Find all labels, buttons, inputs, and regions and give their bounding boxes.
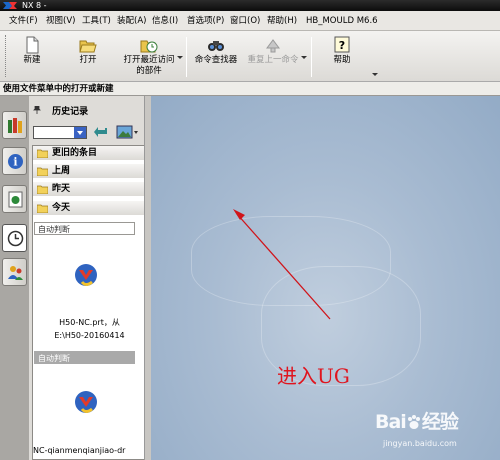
annotation-text: 进入UG <box>277 364 350 388</box>
menu-bar: 文件(F) 视图(V) 工具(T) 装配(A) 信息(I) 首选项(P) 窗口(… <box>0 11 500 31</box>
panel-scrollbar[interactable] <box>144 96 151 460</box>
repeat-last-command-label: 重复上一命令 <box>247 55 299 65</box>
menu-tools[interactable]: 工具(T) <box>82 11 111 31</box>
repeat-command-icon <box>266 39 280 53</box>
clock-icon <box>7 230 24 247</box>
history-group-label: 更旧的条目 <box>52 148 98 158</box>
help-question-icon: ? <box>334 36 350 53</box>
toolbar-options-icon[interactable] <box>372 73 378 76</box>
resource-bar: i <box>0 96 29 460</box>
history-navigator: 历史记录 更旧的条目 上周 昨天 今天 自动判断 H50-NC.prt，从 E:… <box>29 96 151 460</box>
menu-help[interactable]: 帮助(H) <box>267 11 297 31</box>
user-roles-icon <box>8 266 23 280</box>
command-finder-button[interactable]: 命令查找器 <box>190 31 242 82</box>
history-filter-dropdown[interactable] <box>33 126 87 139</box>
history-item-mode: 自动判断 <box>34 351 135 364</box>
repeat-command-dropdown-icon[interactable] <box>301 56 307 59</box>
watermark-brand-text: Bai <box>375 411 407 433</box>
repeat-last-command-button[interactable]: 重复上一命令 <box>244 31 302 82</box>
new-button-label: 新建 <box>23 55 41 65</box>
view-options-icon[interactable] <box>116 125 138 139</box>
history-item[interactable]: 自动判断 H50-NC.prt，从 E:\H50-20160414 <box>33 222 146 350</box>
watermark-brand: Bai 经验 <box>375 407 459 434</box>
history-item-name: NC-qianmenqianjiao-dr <box>33 446 126 455</box>
menu-preferences[interactable]: 首选项(P) <box>187 11 224 31</box>
command-finder-label: 命令查找器 <box>194 55 238 65</box>
toolbar-grip[interactable] <box>5 35 8 77</box>
history-group-last-week[interactable]: 上周 <box>33 164 146 179</box>
toolbar-separator <box>186 37 187 77</box>
nx-part-icon <box>75 264 97 286</box>
history-group-today[interactable]: 今天 <box>33 201 146 216</box>
history-group-label: 昨天 <box>52 184 71 194</box>
history-group-label: 今天 <box>52 203 71 213</box>
toolbar-separator <box>311 37 312 77</box>
help-button-label: 帮助 <box>333 55 351 65</box>
books-icon <box>8 118 22 133</box>
resource-tab-info[interactable]: i <box>2 147 27 175</box>
history-group-label: 上周 <box>52 166 71 176</box>
web-page-icon <box>8 191 23 208</box>
paw-icon <box>407 415 420 429</box>
resource-tab-roles[interactable] <box>2 258 27 286</box>
watermark-site: jingyan.baidu.com <box>383 439 457 448</box>
help-button[interactable]: ? 帮助 <box>322 31 362 82</box>
recent-parts-icon <box>140 40 158 53</box>
folder-open-icon <box>37 204 48 213</box>
menu-window[interactable]: 窗口(O) <box>230 11 260 31</box>
open-button[interactable]: 打开 <box>68 31 108 82</box>
cue-line: 使用文件菜单中的打开或新建 <box>0 82 500 96</box>
folder-icon <box>37 167 48 176</box>
pin-icon[interactable] <box>33 106 41 114</box>
cue-line-text: 使用文件菜单中的打开或新建 <box>3 84 114 94</box>
resource-tab-web[interactable] <box>2 185 27 213</box>
info-icon: i <box>8 154 23 169</box>
new-file-icon <box>26 36 39 54</box>
new-button[interactable]: 新建 <box>12 31 52 82</box>
menu-assemblies[interactable]: 装配(A) <box>117 11 146 31</box>
menu-file[interactable]: 文件(F) <box>9 11 38 31</box>
history-group-older[interactable]: 更旧的条目 <box>33 146 146 161</box>
chevron-down-icon[interactable] <box>74 127 86 138</box>
resource-tab-history[interactable] <box>2 224 27 252</box>
history-item[interactable]: 自动判断 NC-qianmenqianjiao-dr <box>33 351 146 459</box>
svg-text:?: ? <box>339 39 345 52</box>
menu-hb-mould[interactable]: HB_MOULD M6.6 <box>306 11 378 31</box>
history-item-name: H50-NC.prt，从 <box>59 318 120 327</box>
resource-tab-assembly[interactable] <box>2 111 27 139</box>
baidu-watermark: Bai 经验 jingyan.baidu.com <box>375 405 500 460</box>
binoculars-icon <box>208 41 224 51</box>
watermark-brand-suffix: 经验 <box>421 411 459 433</box>
recent-parts-button[interactable]: 打开最近访问 的部件 <box>118 31 180 82</box>
open-button-label: 打开 <box>79 55 97 65</box>
history-item-path: E:\H50-20160414 <box>54 331 125 340</box>
window-title: NX 8 - <box>22 1 47 10</box>
svg-text:i: i <box>13 156 17 169</box>
nx-part-icon <box>75 391 97 413</box>
history-group-yesterday[interactable]: 昨天 <box>33 182 146 197</box>
open-folder-icon <box>79 40 97 53</box>
menu-information[interactable]: 信息(I) <box>152 11 178 31</box>
title-bar: NX 8 - <box>0 0 500 11</box>
recent-parts-label-2: 的部件 <box>136 66 162 76</box>
back-arrow-icon[interactable] <box>93 125 109 139</box>
folder-icon <box>37 149 48 158</box>
recent-parts-dropdown-icon[interactable] <box>177 56 183 59</box>
standard-toolbar: 新建 打开 打开最近访问 的部件 命令查找器 重复上一命令 ? 帮助 <box>0 31 500 82</box>
history-list: 更旧的条目 上周 昨天 今天 自动判断 H50-NC.prt，从 E:\H50-… <box>32 145 147 460</box>
nx-logo-icon <box>3 2 17 9</box>
menu-view[interactable]: 视图(V) <box>46 11 75 31</box>
history-title: 历史记录 <box>52 107 89 117</box>
recent-parts-label-1: 打开最近访问 <box>123 55 175 65</box>
history-item-mode: 自动判断 <box>34 222 135 235</box>
history-header: 历史记录 <box>33 104 88 117</box>
folder-icon <box>37 185 48 194</box>
